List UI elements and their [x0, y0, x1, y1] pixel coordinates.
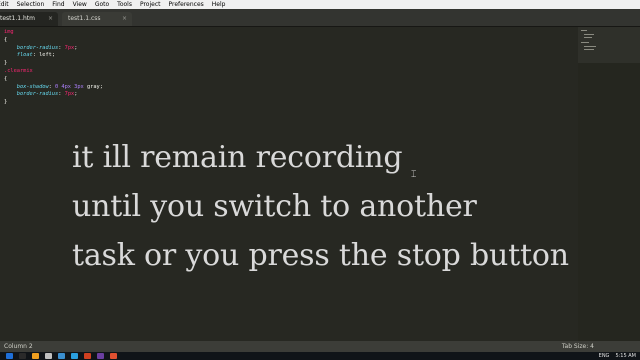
css-value: 7px — [64, 91, 75, 98]
tab-htm[interactable]: test1.1.htm × — [0, 12, 58, 26]
brace: } — [4, 60, 8, 67]
tab-htm-label: test1.1.htm — [0, 15, 35, 22]
cursor-position: Column 2 — [4, 343, 33, 350]
menu-find[interactable]: Find — [48, 0, 68, 9]
menu-edit[interactable]: Edit — [0, 0, 13, 9]
clock[interactable]: 5:15 AM — [615, 353, 636, 359]
minimap-viewport[interactable] — [578, 27, 640, 63]
minimap-line — [584, 37, 592, 38]
folder-icon[interactable] — [32, 353, 39, 359]
minimap-line — [584, 46, 596, 47]
brace: { — [4, 75, 8, 82]
file-icon[interactable] — [45, 353, 52, 359]
brace: { — [4, 36, 8, 43]
status-bar: Column 2 Tab Size: 4 — [0, 341, 640, 352]
tab-css[interactable]: test1.1.css × — [62, 12, 132, 26]
brace: } — [4, 99, 8, 106]
css-value: gray — [86, 83, 100, 90]
minimap-line — [584, 34, 594, 35]
css-property: box-shadow — [16, 83, 49, 90]
tab-strip: test1.1.htm × test1.1.css × — [0, 9, 640, 27]
caption-line: task or you press the stop button — [72, 238, 569, 273]
menu-help[interactable]: Help — [208, 0, 230, 9]
close-icon[interactable]: × — [122, 12, 127, 26]
minimap-line — [581, 42, 589, 43]
start-icon[interactable] — [6, 353, 13, 359]
selector: .clearmix — [4, 67, 33, 74]
text-cursor-icon: ⌶ — [411, 170, 417, 180]
search-icon[interactable] — [19, 353, 26, 359]
video-caption: it ill remain recording until you switch… — [72, 133, 569, 280]
menu-bar: Edit Selection Find View Goto Tools Proj… — [0, 0, 640, 9]
code-text: img { border-radius: 7px; float: left; }… — [4, 29, 103, 106]
menu-tools[interactable]: Tools — [113, 0, 136, 9]
minimap-line — [581, 30, 587, 31]
menu-preferences[interactable]: Preferences — [164, 0, 207, 9]
chrome-icon[interactable] — [84, 353, 91, 359]
system-tray: ENG 5:15 AM — [593, 352, 636, 360]
selector: img — [4, 29, 14, 35]
menu-selection[interactable]: Selection — [13, 0, 49, 9]
app-icon[interactable] — [110, 353, 117, 359]
menu-goto[interactable]: Goto — [91, 0, 113, 9]
menu-view[interactable]: View — [69, 0, 91, 9]
caption-line: it ill remain recording — [72, 140, 403, 175]
taskbar: ENG 5:15 AM — [0, 352, 640, 360]
css-value: 0 4px 3px — [55, 83, 84, 90]
css-property: border-radius — [16, 91, 59, 98]
css-value: left — [39, 52, 52, 59]
language-indicator[interactable]: ENG — [599, 353, 610, 359]
vs-icon[interactable] — [97, 353, 104, 359]
browser-icon[interactable] — [58, 353, 65, 359]
tab-css-label: test1.1.css — [68, 15, 101, 22]
css-property: float — [16, 52, 33, 59]
tab-size[interactable]: Tab Size: 4 — [562, 341, 594, 352]
caption-line: until you switch to another — [72, 189, 477, 224]
minimap[interactable] — [578, 27, 640, 341]
close-icon[interactable]: × — [48, 12, 53, 26]
edge-icon[interactable] — [71, 353, 78, 359]
code-editor[interactable]: img { border-radius: 7px; float: left; }… — [0, 27, 578, 341]
css-property: border-radius — [16, 44, 59, 51]
menu-project[interactable]: Project — [136, 0, 165, 9]
minimap-line — [584, 49, 594, 50]
css-value: 7px — [64, 44, 75, 51]
